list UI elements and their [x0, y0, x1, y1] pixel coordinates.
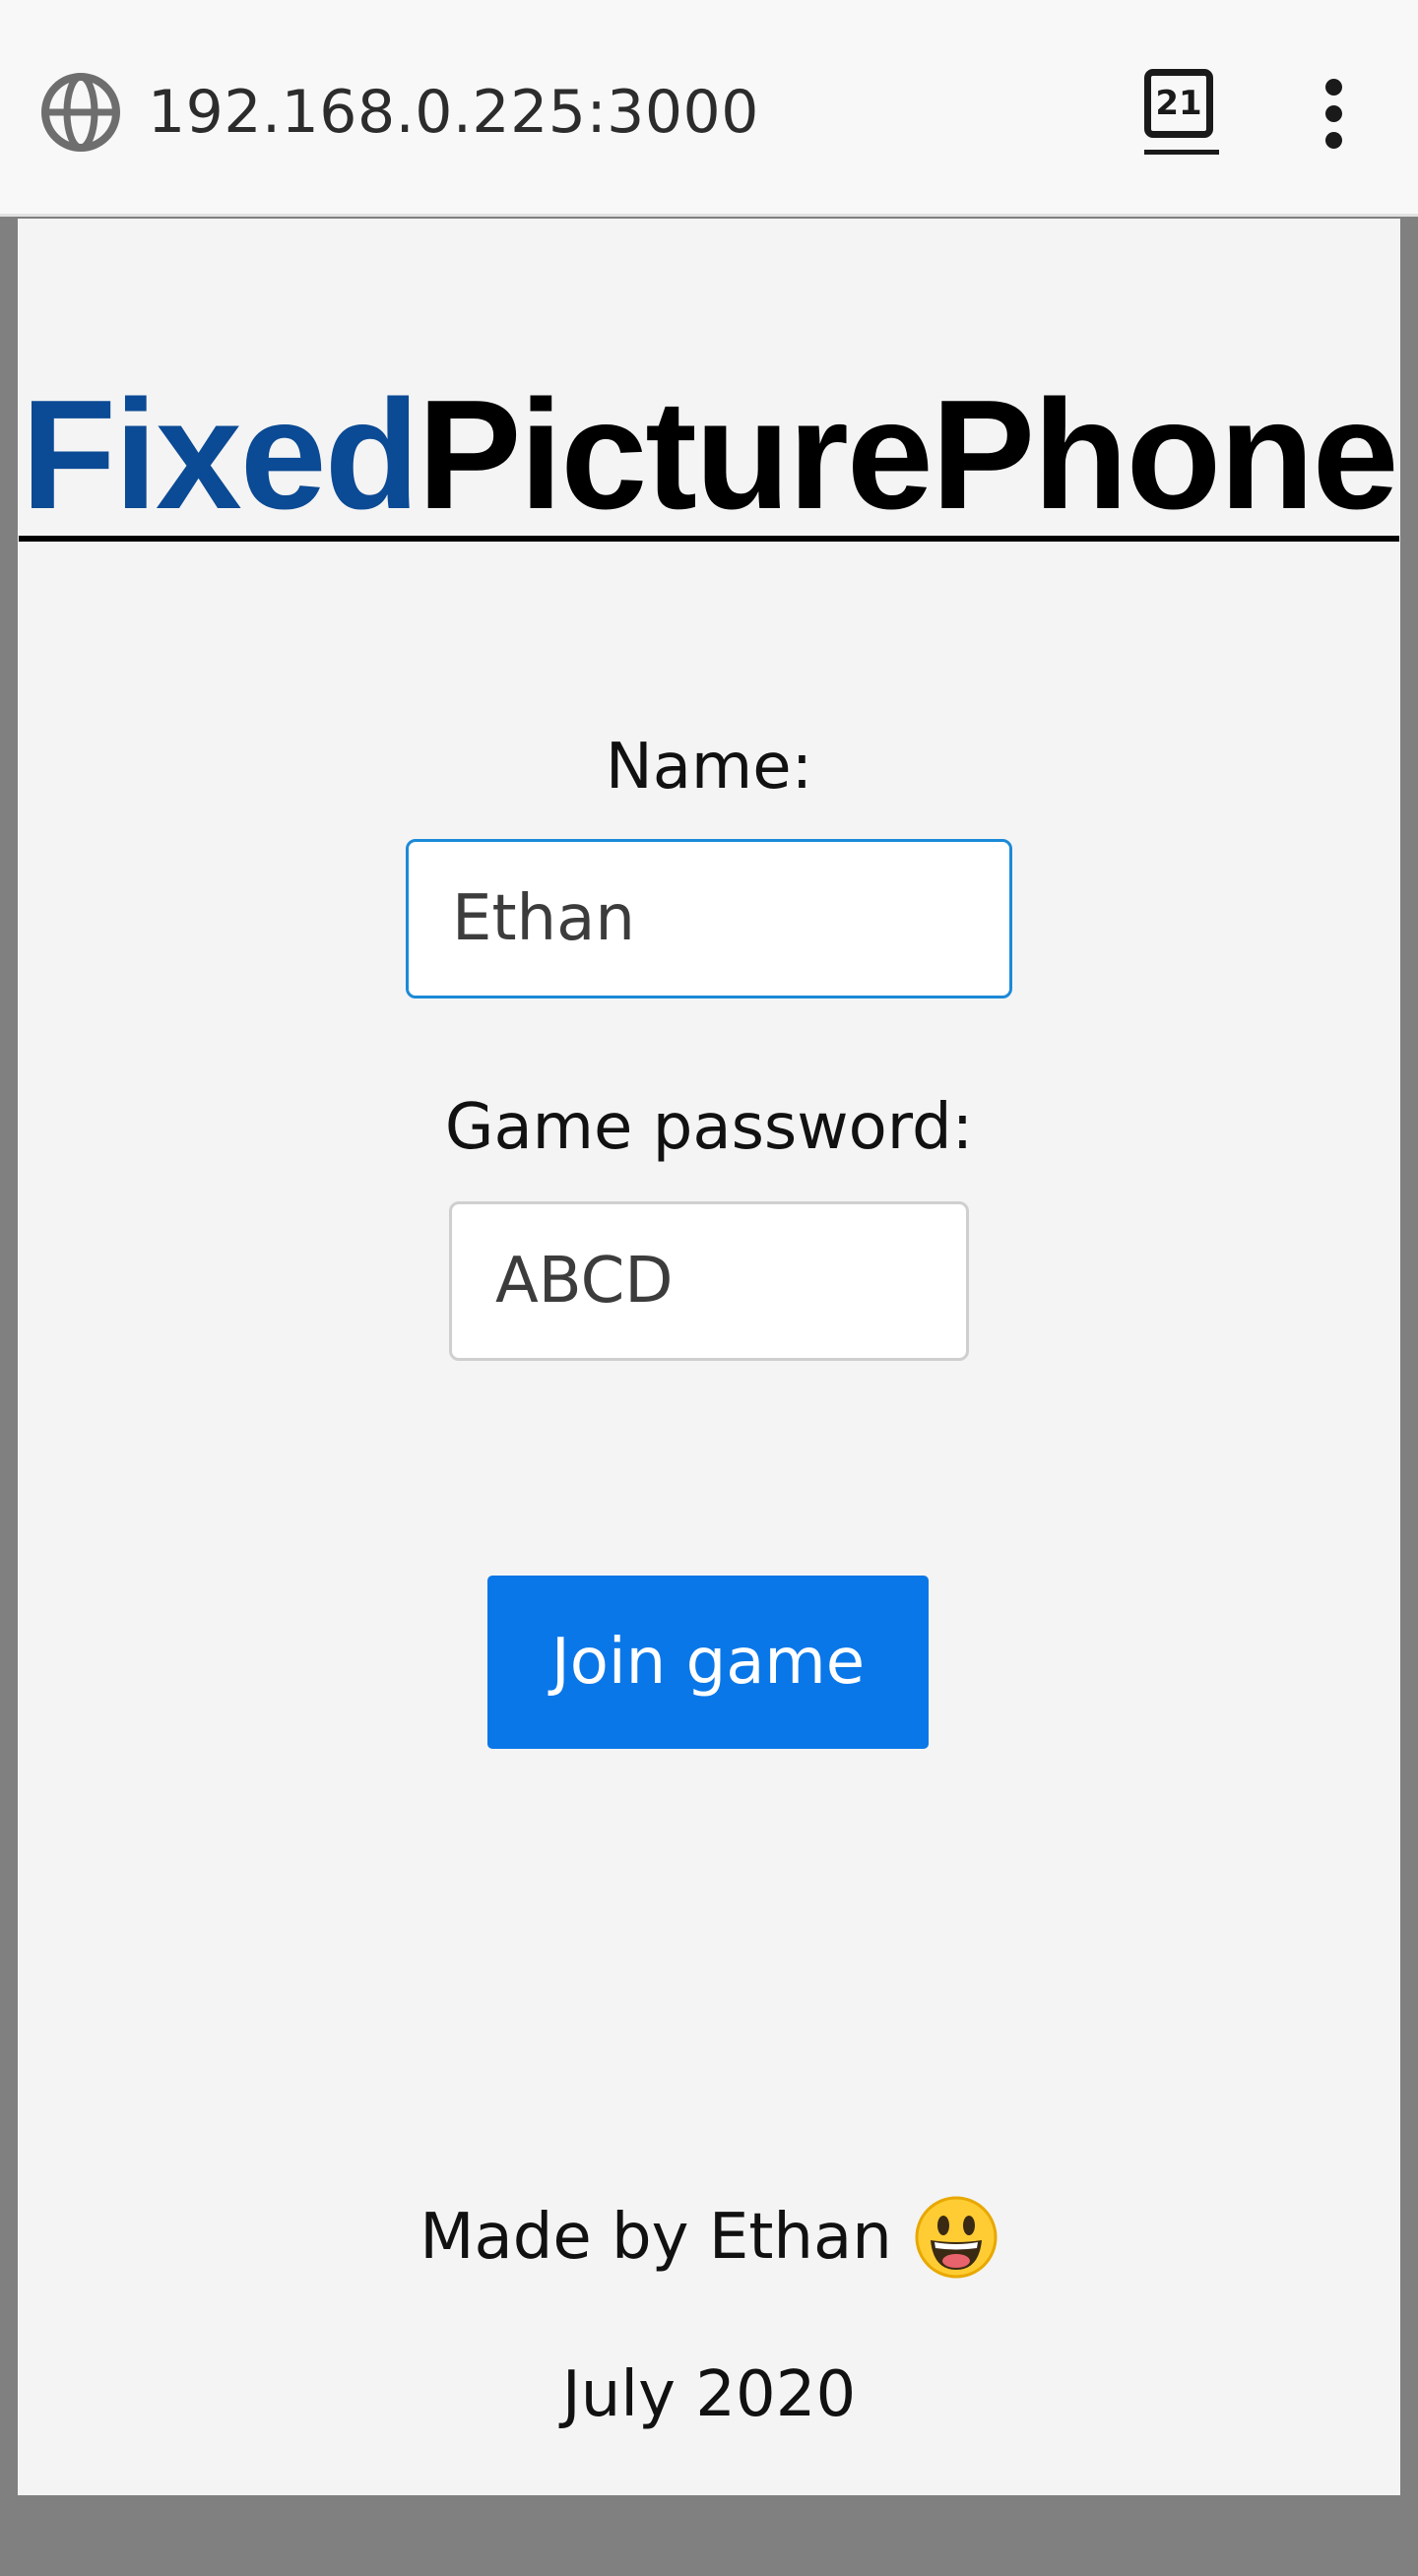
menu-dot [1325, 105, 1342, 122]
title-part-picturephone: PicturePhone [418, 368, 1398, 542]
password-input[interactable]: ABCD [449, 1201, 969, 1361]
tab-switcher-icon: 21 [1144, 69, 1213, 138]
tab-switcher-underline [1144, 150, 1219, 155]
password-label: Game password: [444, 1091, 974, 1164]
title-part-fixed: Fixed [21, 368, 419, 542]
page-title: FixedPicturePhone [18, 366, 1400, 544]
url-bar[interactable]: 192.168.0.225:3000 [148, 75, 759, 150]
date-line: July 2020 [561, 2358, 857, 2431]
password-input-value: ABCD [495, 1245, 674, 1318]
name-label: Name: [605, 731, 813, 804]
join-game-button[interactable]: Join game [487, 1576, 929, 1749]
browser-toolbar: 192.168.0.225:3000 21 [0, 0, 1418, 217]
made-by-text: Made by Ethan [419, 2201, 892, 2274]
tab-count: 21 [1155, 84, 1202, 123]
name-input[interactable]: Ethan [406, 839, 1012, 998]
name-input-value: Ethan [452, 882, 635, 955]
grinning-face-icon [914, 2195, 999, 2280]
menu-dot [1325, 79, 1342, 96]
globe-icon[interactable] [39, 71, 122, 154]
page-content: FixedPicturePhone Name: Ethan Game passw… [18, 219, 1400, 2495]
tab-switcher-button[interactable]: 21 [1140, 65, 1223, 158]
title-link[interactable]: FixedPicturePhone [19, 377, 1399, 542]
more-vert-icon[interactable] [1310, 69, 1359, 158]
menu-dot [1325, 132, 1342, 149]
made-by-line: Made by Ethan [18, 2188, 1400, 2286]
